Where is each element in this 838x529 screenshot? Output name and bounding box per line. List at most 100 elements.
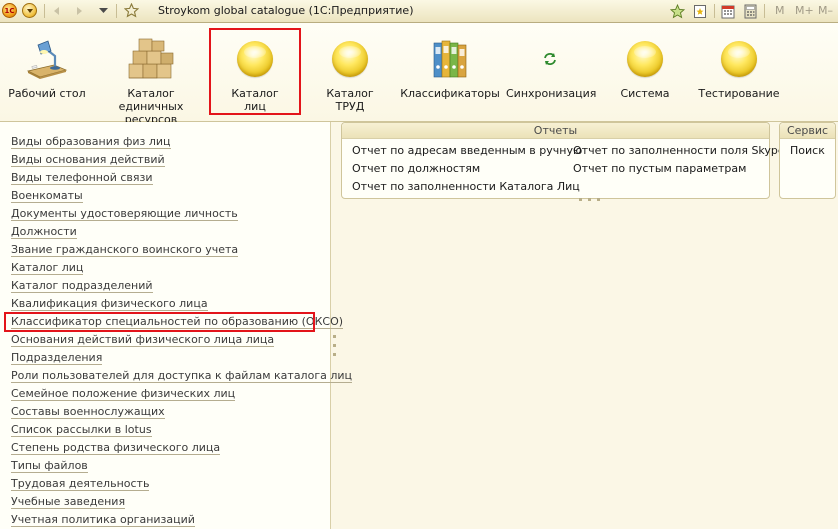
service-group: Сервис Поиск [779,122,836,199]
vertical-splitter[interactable] [333,335,337,365]
okso-highlight [4,312,315,332]
selected-section-highlight [209,28,301,115]
calculator-icon[interactable] [742,3,758,19]
horizontal-splitter[interactable] [579,198,600,201]
section-desktop[interactable]: Рабочий стол [8,23,86,121]
nav-item-label[interactable]: Виды телефонной связи [11,171,153,185]
logo-1c-icon[interactable]: 1С [2,3,17,18]
nav-item[interactable]: Трудовая деятельность [11,475,352,493]
nav-item-label[interactable]: Роли пользователей для доступка к файлам… [11,369,352,383]
nav-item-label[interactable]: Звание гражданского воинского учета [11,243,239,257]
nav-item[interactable]: Звание гражданского воинского учета [11,241,352,259]
report-link[interactable]: Отчет по должностям [352,162,480,175]
section-sync[interactable]: Синхронизация [506,23,597,121]
report-link[interactable]: Отчет по адресам введенным в ручную [352,144,582,157]
favorites-list-icon[interactable] [692,3,708,19]
nav-item[interactable]: Степень родства физического лица [11,439,352,457]
section-resources-catalog[interactable]: Каталог единичных ресурсов [96,23,206,126]
nav-item-label[interactable]: Каталог подразделений [11,279,153,293]
section-testing[interactable]: Тестирование [694,23,784,121]
icon-container [606,37,684,81]
boxes-icon [96,37,206,81]
service-group-title: Сервис [780,123,835,139]
window-title: Stroykom global catalogue (1С:Предприяти… [158,4,414,17]
nav-item-label[interactable]: Список рассылки в lotus [11,423,152,437]
section-label: Каталог единичных ресурсов [118,87,184,126]
nav-item[interactable]: Виды образования физ лиц [11,133,352,151]
nav-item-label[interactable]: Трудовая деятельность [11,477,150,491]
nav-item[interactable]: Учебные заведения [11,493,352,511]
nav-item-label[interactable]: Виды образования физ лиц [11,135,171,149]
nav-item[interactable]: Военкоматы [11,187,352,205]
yellow-ball-icon [721,41,757,77]
separator [764,4,765,18]
icon-container [694,37,784,81]
nav-item[interactable]: Роли пользователей для доступка к файлам… [11,367,352,385]
yellow-ball-icon [627,41,663,77]
main-menu-button[interactable] [22,3,37,18]
navigation-panel: Виды образования физ лиц Виды основания … [0,122,352,529]
report-link[interactable]: Отчет по заполненности поля Skype [573,144,785,157]
back-arrow-icon[interactable] [50,2,64,19]
section-classifiers[interactable]: Классификаторы [400,23,500,121]
nav-item-label[interactable]: Квалификация физического лица [11,297,208,311]
nav-item[interactable]: Основания действий физического лица лица [11,331,352,349]
add-favorite-icon[interactable] [669,3,685,19]
nav-item[interactable]: Виды телефонной связи [11,169,352,187]
nav-item-label[interactable]: Каталог лиц [11,261,84,275]
nav-item[interactable]: Учетная политика организаций [11,511,352,529]
memory-plus-button[interactable]: M+ [795,4,814,17]
reports-group: Отчеты Отчет по адресам введенным в ручн… [341,122,785,199]
separator [714,4,715,18]
separator [116,4,117,18]
report-link[interactable]: Отчет по пустым параметрам [573,162,746,175]
nav-item-label[interactable]: Подразделения [11,351,103,365]
sections-panel: Рабочий стол Каталог единичных ресурсов [0,23,838,126]
report-link[interactable]: Отчет по заполненности Каталога Лиц [352,180,580,193]
section-trud-catalog[interactable]: Каталог ТРУД [312,23,388,121]
nav-item[interactable]: Должности [11,223,352,241]
nav-item-label[interactable]: Учебные заведения [11,495,126,509]
nav-item[interactable]: Подразделения [11,349,352,367]
section-label: Каталог ТРУД [326,87,374,113]
nav-item-label[interactable]: Основания действий физического лица лица [11,333,275,347]
icon-container [312,37,388,81]
title-bar: 1С Stroykom global catalogue (1С:Предпри… [0,0,838,23]
section-label: Синхронизация [506,87,597,100]
section-system[interactable]: Система [606,23,684,121]
nav-item[interactable]: Каталог лиц [11,259,352,277]
nav-item-label[interactable]: Семейное положение физических лиц [11,387,236,401]
desktop-lamp-icon [8,37,86,81]
calendar-icon[interactable] [720,3,736,19]
nav-item[interactable]: Типы файлов [11,457,352,475]
favorites-star-icon[interactable] [122,2,140,19]
forward-arrow-icon[interactable] [72,2,86,19]
section-label: Классификаторы [400,87,500,100]
memory-m-button[interactable]: M [775,4,785,17]
nav-item[interactable]: Каталог подразделений [11,277,352,295]
reports-group-title: Отчеты [342,123,769,139]
nav-item[interactable]: Виды основания действий [11,151,352,169]
sync-arrows-icon [506,37,594,81]
nav-item-label[interactable]: Документы удостоверяющие личность [11,207,238,221]
nav-item[interactable]: Список рассылки в lotus [11,421,352,439]
binders-icon [400,37,500,81]
nav-item[interactable]: Семейное положение физических лиц [11,385,352,403]
nav-item-label[interactable]: Учетная политика организаций [11,513,195,527]
nav-item[interactable]: Квалификация физического лица [11,295,352,313]
nav-item[interactable]: Составы военнослужащих [11,403,352,421]
memory-minus-button[interactable]: M– [818,4,833,17]
separator [44,4,45,18]
nav-item[interactable]: Документы удостоверяющие личность [11,205,352,223]
section-label: Тестирование [698,87,780,100]
nav-item-label[interactable]: Составы военнослужащих [11,405,165,419]
nav-item-label[interactable]: Должности [11,225,77,239]
nav-item-label[interactable]: Типы файлов [11,459,88,473]
yellow-ball-icon [332,41,368,77]
search-link[interactable]: Поиск [790,144,825,157]
section-label: Рабочий стол [8,87,86,100]
nav-item-label[interactable]: Степень родства физического лица [11,441,221,455]
nav-item-label[interactable]: Военкоматы [11,189,83,203]
history-dropdown-icon[interactable] [96,2,110,19]
nav-item-label[interactable]: Виды основания действий [11,153,165,167]
